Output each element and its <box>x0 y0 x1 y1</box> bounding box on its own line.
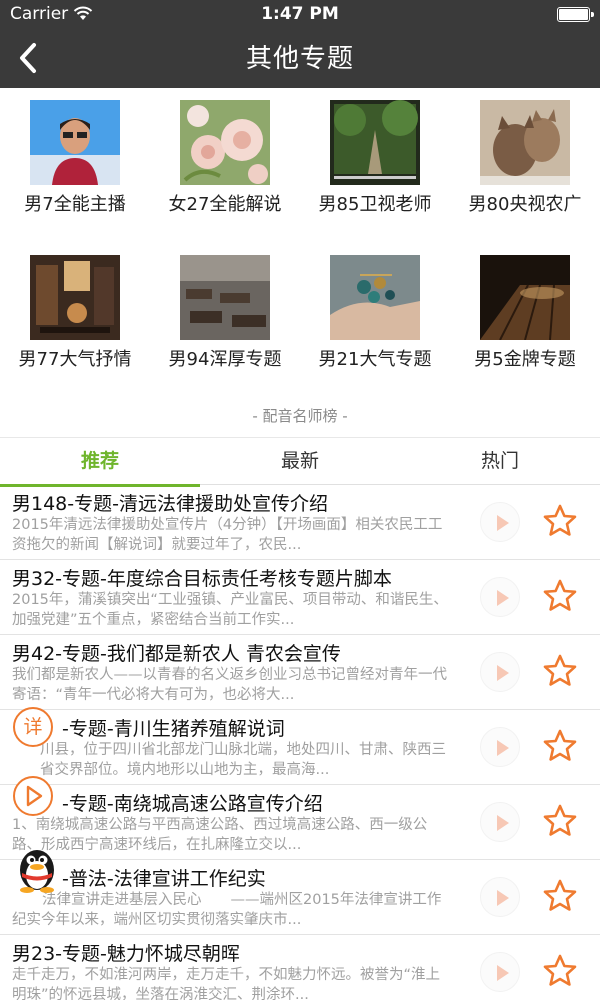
topic-label: 男85卫视老师 <box>318 194 432 215</box>
qq-penguin-icon[interactable] <box>10 840 64 894</box>
list-item[interactable]: 男32-专题-年度综合目标责任考核专题片脚本 2015年，蒲溪镇突出“工业强镇、… <box>0 560 600 635</box>
tab-recommended[interactable]: 推荐 <box>0 438 200 487</box>
detail-button[interactable]: 详 <box>13 707 53 747</box>
item-title: -专题-青川生猪养殖解说词 <box>62 718 285 740</box>
play-button[interactable] <box>480 577 520 617</box>
play-button[interactable] <box>480 802 520 842</box>
list-item[interactable]: 男42-专题-我们都是新农人 青农会宣传 我们都是新农人——以青春的名义返乡创业… <box>0 635 600 710</box>
topic-label: 女27全能解说 <box>168 194 282 215</box>
play-button[interactable] <box>480 502 520 542</box>
topic-image <box>330 255 420 340</box>
item-description: 1、南绕城高速公路与平西高速公路、西过境高速公路、西一级公路、形成西宁高速环线后… <box>12 817 428 853</box>
topic-card[interactable]: 男7全能主播 <box>0 88 150 238</box>
topic-label: 男7全能主播 <box>24 194 126 215</box>
topic-card[interactable]: 男77大气抒情 <box>0 243 150 393</box>
topic-label: 男80央视农广 <box>468 194 582 215</box>
play-button[interactable] <box>480 652 520 692</box>
item-description: 2015年清远法律援助处宣传片（4分钟）【开场画面】相关农民工工资拖欠的新闻【解… <box>12 517 443 553</box>
list-item[interactable]: 男148-专题-清远法律援助处宣传介绍 2015年清远法律援助处宣传片（4分钟）… <box>0 485 600 560</box>
clock: 1:47 PM <box>261 4 339 24</box>
star-icon[interactable] <box>542 503 578 539</box>
star-icon[interactable] <box>542 728 578 764</box>
topic-label: 男5金牌专题 <box>474 349 576 370</box>
script-list: 男148-专题-清远法律援助处宣传介绍 2015年清远法律援助处宣传片（4分钟）… <box>0 485 600 1000</box>
item-title: -普法-法律宣讲工作纪实 <box>62 868 266 890</box>
page-title: 其他专题 <box>245 44 354 74</box>
play-button[interactable] <box>480 877 520 917</box>
list-item[interactable]: -专题-南绕城高速公路宣传介绍 1、南绕城高速公路与平西高速公路、西过境高速公路… <box>0 785 600 860</box>
item-title: 男148-专题-清远法律援助处宣传介绍 <box>12 493 328 515</box>
list-item[interactable]: 男23-专题-魅力怀城尽朝晖 走千走万，不如淮河两岸，走万走千，不如魅力怀远。被… <box>0 935 600 1000</box>
rank-caption: - 配音名师榜 - <box>252 407 348 425</box>
star-icon[interactable] <box>542 653 578 689</box>
star-icon[interactable] <box>542 578 578 614</box>
item-title: -专题-南绕城高速公路宣传介绍 <box>62 793 323 815</box>
topic-image <box>180 255 270 340</box>
item-description: 我们都是新农人——以青春的名义返乡创业习总书记曾经对青年一代寄语：“青年一代必将… <box>12 667 447 703</box>
status-bar: Carrier 1:47 PM <box>0 0 600 28</box>
topic-card[interactable]: 男5金牌专题 <box>450 243 600 393</box>
tab-popular[interactable]: 热门 <box>400 438 600 486</box>
topic-image <box>330 100 420 185</box>
topic-card[interactable]: 女27全能解说 <box>150 88 300 238</box>
topic-image <box>30 100 120 185</box>
topic-label: 男94浑厚专题 <box>168 349 282 370</box>
item-title: 男42-专题-我们都是新农人 青农会宣传 <box>12 643 341 665</box>
topic-card[interactable]: 男85卫视老师 <box>300 88 450 238</box>
star-icon[interactable] <box>542 803 578 839</box>
list-item[interactable]: -普法-法律宣讲工作纪实 法律宣讲走进基层入民心 ——端州区2015年法律宣讲工… <box>0 860 600 935</box>
item-description: 法律宣讲走进基层入民心 ——端州区2015年法律宣讲工作纪实今年以来，端州区切实… <box>12 892 442 928</box>
topic-image <box>480 255 570 340</box>
item-description: 2015年，蒲溪镇突出“工业强镇、产业富民、项目带动、和谐民生、加强党建”五个重… <box>12 592 448 628</box>
star-icon[interactable] <box>542 953 578 989</box>
item-description: 走千走万，不如淮河两岸，走万走千，不如魅力怀远。被誉为“淮上明珠”的怀远县城，坐… <box>12 967 441 1000</box>
navigation-bar: Carrier 1:47 PM 其他专题 <box>0 0 600 88</box>
item-title: 男32-专题-年度综合目标责任考核专题片脚本 <box>12 568 392 590</box>
topic-image <box>30 255 120 340</box>
floating-play-button[interactable] <box>13 776 53 816</box>
topic-card[interactable]: 男80央视农广 <box>450 88 600 238</box>
topic-image <box>480 100 570 185</box>
item-title: 男23-专题-魅力怀城尽朝晖 <box>12 943 240 965</box>
play-icon <box>26 785 43 807</box>
tab-latest[interactable]: 最新 <box>200 438 400 486</box>
item-description: 川县，位于四川省北部龙门山脉北端，地处四川、甘肃、陕西三省交界部位。境内地形以山… <box>40 742 446 778</box>
topic-card[interactable]: 男94浑厚专题 <box>150 243 300 393</box>
play-button[interactable] <box>480 727 520 767</box>
topic-label: 男77大气抒情 <box>18 349 132 370</box>
topic-label: 男21大气专题 <box>318 349 432 370</box>
star-icon[interactable] <box>542 878 578 914</box>
topic-image <box>180 100 270 185</box>
list-item[interactable]: -专题-青川生猪养殖解说词 川县，位于四川省北部龙门山脉北端，地处四川、甘肃、陕… <box>0 710 600 785</box>
topic-grid: 男7全能主播 女27全能解说 男85卫视老师 男80央视农广 男77大气抒情 男… <box>0 88 600 388</box>
play-button[interactable] <box>480 952 520 992</box>
battery-icon <box>557 7 594 22</box>
tab-bar: 推荐 最新 热门 <box>0 437 600 487</box>
topic-card[interactable]: 男21大气专题 <box>300 243 450 393</box>
